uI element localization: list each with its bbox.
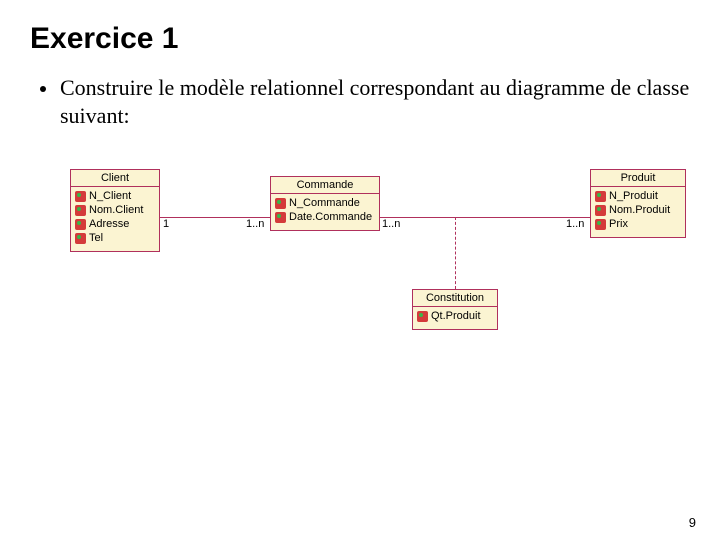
attr-row: Tel [75,231,155,245]
bullet-item: Construire le modèle relationnel corresp… [40,74,690,129]
class-commande: Commande N_Commande Date.Commande [270,176,380,231]
uml-diagram: Client N_Client Nom.Client Adresse Tel C… [50,169,690,399]
attr-label: N_Commande [289,196,360,210]
class-attrs: N_Client Nom.Client Adresse Tel [71,187,159,251]
attr-icon [595,219,606,230]
attr-icon [75,233,86,244]
attr-row: N_Produit [595,189,681,203]
attr-label: Nom.Produit [609,203,670,217]
page-title: Exercice 1 [30,22,690,56]
attr-row: Date.Commande [275,210,375,224]
multiplicity: 1 [163,218,169,230]
attr-icon [75,191,86,202]
class-title: Client [71,170,159,187]
attr-icon [595,205,606,216]
attr-row: Qt.Produit [417,309,493,323]
multiplicity: 1..n [246,218,264,230]
attr-label: Prix [609,217,628,231]
class-produit: Produit N_Produit Nom.Produit Prix [590,169,686,238]
attr-label: N_Client [89,189,131,203]
class-attrs: Qt.Produit [413,307,497,329]
attr-row: Nom.Client [75,203,155,217]
attr-icon [595,191,606,202]
attr-label: Tel [89,231,103,245]
class-title: Produit [591,170,685,187]
attr-icon [275,212,286,223]
attr-icon [275,198,286,209]
class-title: Constitution [413,290,497,307]
attr-label: Nom.Client [89,203,143,217]
attr-icon [417,311,428,322]
association-line [380,217,590,218]
attr-label: N_Produit [609,189,658,203]
class-constitution: Constitution Qt.Produit [412,289,498,330]
bullet-dot-icon [40,86,46,92]
attr-label: Adresse [89,217,129,231]
class-attrs: N_Produit Nom.Produit Prix [591,187,685,237]
association-dashed-line [455,217,456,289]
class-client: Client N_Client Nom.Client Adresse Tel [70,169,160,252]
slide: Exercice 1 Construire le modèle relation… [0,0,720,540]
attr-row: N_Client [75,189,155,203]
attr-label: Qt.Produit [431,309,481,323]
attr-label: Date.Commande [289,210,372,224]
attr-icon [75,205,86,216]
multiplicity: 1..n [566,218,584,230]
class-attrs: N_Commande Date.Commande [271,194,379,230]
attr-icon [75,219,86,230]
attr-row: N_Commande [275,196,375,210]
bullet-text: Construire le modèle relationnel corresp… [60,74,690,129]
multiplicity: 1..n [382,218,400,230]
attr-row: Adresse [75,217,155,231]
page-number: 9 [689,515,696,530]
class-title: Commande [271,177,379,194]
attr-row: Prix [595,217,681,231]
attr-row: Nom.Produit [595,203,681,217]
